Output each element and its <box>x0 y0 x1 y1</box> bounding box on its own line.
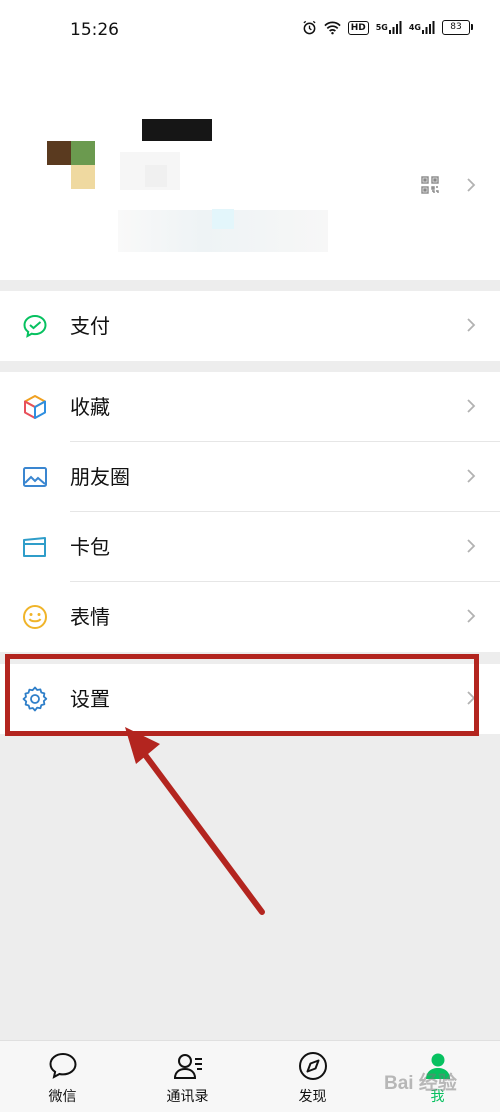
tab-chats[interactable]: 微信 <box>0 1041 125 1112</box>
tab-label: 发现 <box>298 1089 327 1105</box>
annotation-arrow <box>125 727 265 915</box>
tab-label: 微信 <box>48 1089 77 1105</box>
tab-discover[interactable]: 发现 <box>250 1041 375 1112</box>
chat-bubble-icon <box>47 1050 79 1082</box>
compass-icon <box>297 1050 329 1082</box>
tab-contacts[interactable]: 通讯录 <box>125 1041 250 1112</box>
watermark: Bai 经验 <box>384 1073 457 1094</box>
tab-label: 通讯录 <box>166 1089 209 1105</box>
contacts-icon <box>172 1050 204 1082</box>
